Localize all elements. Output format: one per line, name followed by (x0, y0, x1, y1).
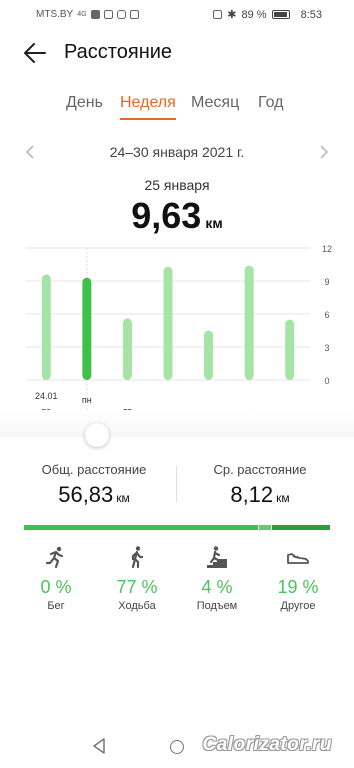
selected-day-date: 25 января (144, 177, 210, 193)
y-tick-label: 3 (324, 343, 329, 353)
activity-walking: 77 % Ходьба (97, 545, 177, 612)
nav-home-icon[interactable] (170, 740, 184, 754)
tab-year[interactable]: Год (258, 94, 283, 112)
instagram-icon (116, 10, 126, 19)
chart-bar[interactable] (122, 318, 132, 380)
battery-percent: 89 % (241, 8, 267, 21)
period-tabs: День Неделя Месяц Год (0, 94, 354, 124)
climbing-stairs-icon (207, 546, 227, 568)
carrier-name: MTS.BY (36, 9, 74, 20)
clock: 8:53 (300, 8, 322, 21)
tab-week[interactable]: Неделя (120, 94, 176, 112)
total-distance-label: Общ. расстояние (41, 462, 147, 477)
system-nav-bar: Calorizator.ru (0, 724, 354, 768)
y-tick-label: 6 (324, 310, 329, 320)
stat-divider (176, 466, 177, 502)
running-percent: 0 % (40, 577, 72, 597)
y-tick-label: 9 (324, 277, 329, 287)
nav-back-icon[interactable] (92, 738, 106, 754)
average-distance-label: Ср. расстояние (213, 462, 307, 477)
weekly-distance-chart[interactable]: 129630вспнвтсрчтптсб24.01 (0, 236, 354, 436)
next-period-button[interactable] (312, 140, 336, 164)
selected-distance: 9,63 (131, 195, 202, 236)
activity-split-bar (24, 525, 330, 530)
walking-percent: 77 % (116, 577, 158, 597)
battery-icon (271, 10, 290, 19)
activity-other: 19 % Другое (258, 545, 338, 612)
walking-icon (131, 546, 144, 569)
network-type: 4G (77, 11, 87, 18)
back-button[interactable] (18, 36, 52, 70)
arrow-left-icon (24, 43, 46, 63)
chevron-right-icon (320, 145, 329, 159)
chart-scrubber-handle[interactable] (85, 423, 109, 447)
running-label: Бег (47, 600, 65, 612)
selected-day-value: 9,63 км (0, 195, 354, 237)
x-tick-label: пн (82, 395, 92, 405)
tab-day[interactable]: День (66, 94, 103, 112)
chart-bar[interactable] (41, 274, 51, 380)
mail-icon (129, 10, 139, 19)
chart-bar[interactable] (163, 266, 173, 380)
activity-split-segment (272, 525, 330, 530)
activity-running: 0 % Бег (16, 545, 96, 612)
walking-label: Ходьба (118, 600, 156, 612)
date-range: 24–30 января 2021 г. (109, 144, 245, 160)
climbing-label: Подъем (196, 600, 238, 612)
active-tab-indicator (120, 118, 176, 120)
bluetooth-icon: ✱ (227, 9, 237, 21)
total-distance-number: 56,83 (58, 482, 114, 507)
y-tick-label: 0 (324, 376, 329, 386)
running-icon (45, 546, 64, 569)
other-label: Другое (280, 600, 316, 612)
total-distance-value: 56,83 км (20, 482, 168, 508)
shoe-icon (287, 553, 309, 564)
chart-bar[interactable] (285, 319, 295, 381)
average-distance-unit: км (276, 491, 290, 505)
chart-bar[interactable] (82, 277, 92, 380)
average-distance-value: 8,12 км (186, 482, 334, 508)
status-bar: MTS.BY 4G ✱ 89 % 8:53 (0, 0, 354, 28)
activity-split-segment (24, 525, 259, 530)
climbing-percent: 4 % (201, 577, 233, 597)
watermark: Calorizator.ru (202, 734, 332, 755)
y-tick-label: 12 (322, 244, 332, 254)
chart-bar[interactable] (204, 330, 214, 381)
total-distance-unit: км (116, 491, 130, 505)
x-first-date-label: 24.01 (35, 391, 58, 401)
chart-bar[interactable] (244, 265, 254, 380)
selected-distance-unit: км (205, 215, 223, 231)
average-distance-number: 8,12 (230, 482, 274, 507)
activity-climbing: 4 % Подъем (177, 545, 257, 612)
activity-split-segment (259, 525, 272, 530)
other-percent: 19 % (277, 577, 319, 597)
tab-month[interactable]: Месяц (191, 94, 239, 112)
nfc-icon (213, 10, 223, 19)
page-title: Расстояние (64, 41, 173, 63)
signal-icon (90, 10, 100, 19)
notification-app-icon (103, 10, 113, 19)
